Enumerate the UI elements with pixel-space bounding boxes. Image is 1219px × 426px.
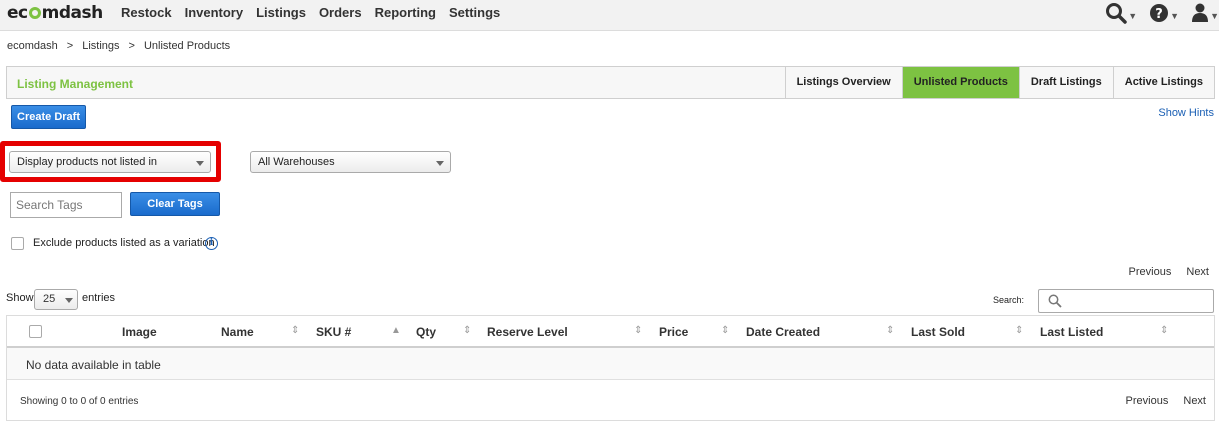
info-icon[interactable]: i xyxy=(205,237,218,250)
col-price[interactable]: Price xyxy=(659,325,688,339)
nav-settings[interactable]: Settings xyxy=(449,5,500,20)
previous-page-link[interactable]: Previous xyxy=(1129,266,1172,278)
col-sku[interactable]: SKU # xyxy=(316,325,351,339)
search-icon xyxy=(1048,294,1062,308)
listing-tabs: Listings Overview Unlisted Products Draf… xyxy=(784,67,1214,98)
entries-label: entries xyxy=(82,292,116,304)
listing-management-header: Listing Management Listings Overview Unl… xyxy=(6,66,1215,99)
table-row: No data available in table xyxy=(7,348,1214,380)
search-label: Search: xyxy=(993,295,1025,305)
nav-right-icons: ▼ ? ▼ ▼ xyxy=(1093,2,1219,24)
ecomdash-logo[interactable]: ec mdash xyxy=(7,3,103,23)
search-icon xyxy=(1106,3,1127,24)
display-products-select[interactable]: Display products not listed in xyxy=(9,151,211,173)
dropdown-arrow-icon xyxy=(196,161,204,166)
table-header: Image Name ⇕ SKU # ▲ Qty ⇕ Reserve Level… xyxy=(7,316,1214,348)
breadcrumb-separator: > xyxy=(128,40,135,52)
col-reserve-level[interactable]: Reserve Level xyxy=(487,325,568,339)
breadcrumb-home[interactable]: ecomdash xyxy=(7,40,58,52)
tab-listings-overview[interactable]: Listings Overview xyxy=(784,67,902,98)
nav-listings[interactable]: Listings xyxy=(256,5,306,20)
display-select-value: Display products not listed in xyxy=(17,156,158,168)
create-draft-button[interactable]: Create Draft xyxy=(11,105,86,129)
sort-icon[interactable]: ⇕ xyxy=(721,325,729,336)
help-menu[interactable]: ? ▼ xyxy=(1149,3,1179,23)
entries-per-page-select[interactable]: 25 xyxy=(34,289,78,310)
top-navbar: ec mdash Restock Inventory Listings Order… xyxy=(0,0,1219,31)
user-menu[interactable]: ▼ xyxy=(1191,3,1219,23)
col-last-listed[interactable]: Last Listed xyxy=(1040,325,1103,339)
sort-icon[interactable]: ⇕ xyxy=(1160,325,1168,336)
nav-reporting[interactable]: Reporting xyxy=(375,5,436,20)
search-tags-input[interactable] xyxy=(10,192,122,218)
caret-down-icon: ▼ xyxy=(1128,11,1138,21)
dropdown-arrow-icon xyxy=(436,161,444,166)
table-info: Showing 0 to 0 of 0 entries xyxy=(20,396,139,407)
breadcrumb-current: Unlisted Products xyxy=(143,40,231,52)
svg-text:?: ? xyxy=(1155,7,1163,22)
col-date-created[interactable]: Date Created xyxy=(746,325,820,339)
sort-icon[interactable]: ⇕ xyxy=(886,325,894,336)
sort-icon[interactable]: ⇕ xyxy=(291,325,299,336)
select-all-checkbox[interactable] xyxy=(29,325,42,338)
tab-draft-listings[interactable]: Draft Listings xyxy=(1018,67,1113,98)
show-hints-link[interactable]: Show Hints xyxy=(1158,107,1214,119)
tab-active-listings[interactable]: Active Listings xyxy=(1112,67,1214,98)
search-menu[interactable]: ▼ xyxy=(1105,2,1137,24)
page-title: Listing Management xyxy=(17,77,134,91)
pagination-top: Previous Next xyxy=(1117,266,1209,278)
nav-inventory[interactable]: Inventory xyxy=(185,5,244,20)
col-image: Image xyxy=(122,325,157,339)
user-icon xyxy=(1192,3,1209,22)
main-menu: Restock Inventory Listings Orders Report… xyxy=(121,5,513,20)
warehouse-select-value: All Warehouses xyxy=(258,156,335,168)
exclude-variation-checkbox[interactable] xyxy=(11,237,24,250)
previous-page-link[interactable]: Previous xyxy=(1126,395,1169,407)
entries-value: 25 xyxy=(43,293,56,305)
help-icon: ? xyxy=(1150,4,1169,22)
col-qty[interactable]: Qty xyxy=(416,325,436,339)
nav-orders[interactable]: Orders xyxy=(319,5,362,20)
empty-table-message: No data available in table xyxy=(26,358,161,372)
unlisted-products-table: Image Name ⇕ SKU # ▲ Qty ⇕ Reserve Level… xyxy=(6,315,1215,421)
caret-down-icon: ▼ xyxy=(1210,11,1219,21)
table-search-input[interactable] xyxy=(1038,289,1214,313)
col-name[interactable]: Name xyxy=(221,325,254,339)
sort-asc-icon[interactable]: ▲ xyxy=(391,325,401,336)
sort-icon[interactable]: ⇕ xyxy=(463,325,471,336)
tab-unlisted-products[interactable]: Unlisted Products xyxy=(901,67,1019,98)
next-page-link[interactable]: Next xyxy=(1183,395,1206,407)
breadcrumb-separator: > xyxy=(66,40,74,52)
dropdown-arrow-icon xyxy=(65,298,73,303)
pagination-bottom: Previous Next xyxy=(1114,395,1206,407)
next-page-link[interactable]: Next xyxy=(1186,266,1209,278)
nav-restock[interactable]: Restock xyxy=(121,5,172,20)
clear-tags-button[interactable]: Clear Tags xyxy=(130,192,220,216)
exclude-variation-label: Exclude products listed as a variation xyxy=(33,237,215,249)
breadcrumb: ecomdash > Listings > Unlisted Products xyxy=(7,40,239,52)
breadcrumb-listings[interactable]: Listings xyxy=(82,40,119,52)
sort-icon[interactable]: ⇕ xyxy=(634,325,642,336)
col-last-sold[interactable]: Last Sold xyxy=(911,325,965,339)
show-label: Show xyxy=(6,292,34,304)
warehouse-select[interactable]: All Warehouses xyxy=(250,151,451,173)
sort-icon[interactable]: ⇕ xyxy=(1015,325,1023,336)
caret-down-icon: ▼ xyxy=(1170,11,1180,21)
